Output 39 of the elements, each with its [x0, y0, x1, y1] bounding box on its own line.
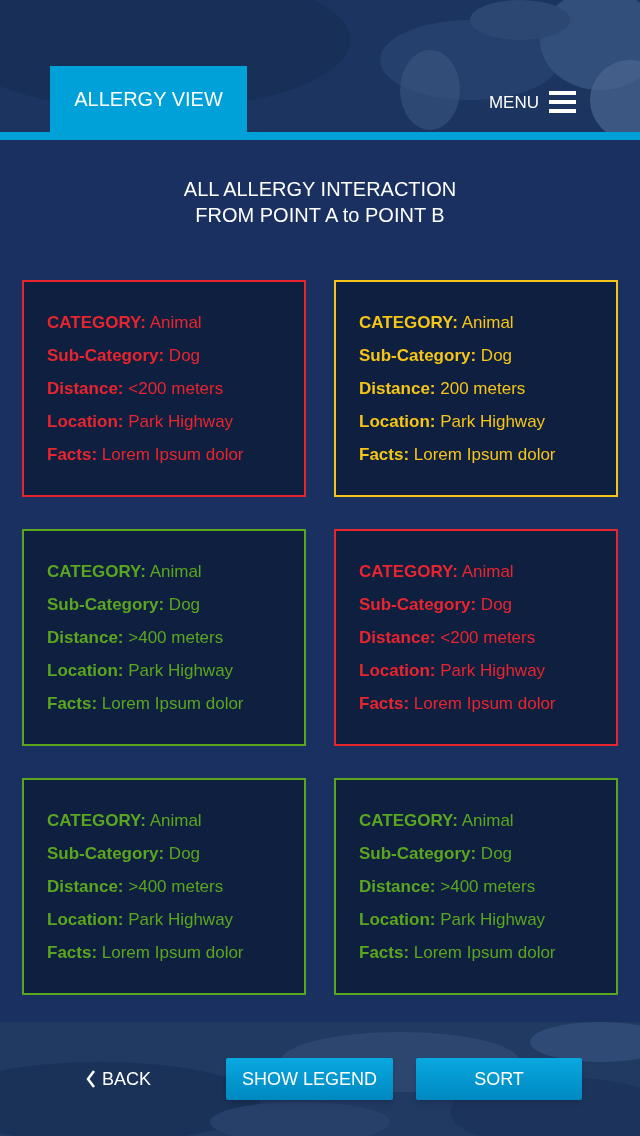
sort-button[interactable]: SORT: [416, 1058, 583, 1100]
heading-line: ALL ALLERGY INTERACTION: [183, 177, 457, 202]
card-field: Location: Park Highway: [47, 658, 304, 683]
card-field: Location: Park Highway: [359, 907, 616, 932]
card-field: Facts: Lorem Ipsum dolor: [47, 940, 304, 965]
card-field: Sub-Category: Dog: [359, 592, 616, 617]
card-field: Distance: 200 meters: [359, 376, 616, 401]
menu-label[interactable]: MENU: [488, 89, 539, 115]
show-legend-button[interactable]: SHOW LEGEND: [226, 1058, 394, 1100]
card-field: Distance: >400 meters: [359, 874, 616, 899]
card-field: Facts: Lorem Ipsum dolor: [359, 442, 616, 467]
menu-icon[interactable]: [549, 91, 576, 114]
card-field: Sub-Category: Dog: [359, 841, 616, 866]
card-field: Sub-Category: Dog: [47, 343, 304, 368]
card-field: Facts: Lorem Ipsum dolor: [47, 691, 304, 716]
card-field: CATEGORY: Animal: [359, 310, 616, 335]
card-field: CATEGORY: Animal: [359, 559, 616, 584]
card-field: CATEGORY: Animal: [47, 310, 304, 335]
back-button[interactable]: BACK: [86, 1065, 152, 1093]
card-field: Location: Park Highway: [359, 658, 616, 683]
card-field: Distance: <200 meters: [47, 376, 304, 401]
card-field: CATEGORY: Animal: [47, 808, 304, 833]
card-field: Facts: Lorem Ipsum dolor: [359, 940, 616, 965]
card-field: Location: Park Highway: [47, 907, 304, 932]
view-tab[interactable]: ALLERGY VIEW: [50, 66, 247, 132]
card-field: Distance: >400 meters: [47, 625, 304, 650]
card-field: Distance: <200 meters: [359, 625, 616, 650]
heading-line: FROM POINT A to POINT B: [195, 203, 445, 228]
card-field: CATEGORY: Animal: [47, 559, 304, 584]
card-field: Location: Park Highway: [47, 409, 304, 434]
card-field: Sub-Category: Dog: [47, 841, 304, 866]
card-field: Location: Park Highway: [359, 409, 616, 434]
card-field: Sub-Category: Dog: [47, 592, 304, 617]
card-field: CATEGORY: Animal: [359, 808, 616, 833]
chevron-left-icon: [86, 1070, 96, 1088]
card-field: Sub-Category: Dog: [359, 343, 616, 368]
card-field: Facts: Lorem Ipsum dolor: [47, 442, 304, 467]
card-field: Facts: Lorem Ipsum dolor: [359, 691, 616, 716]
card-field: Distance: >400 meters: [47, 874, 304, 899]
